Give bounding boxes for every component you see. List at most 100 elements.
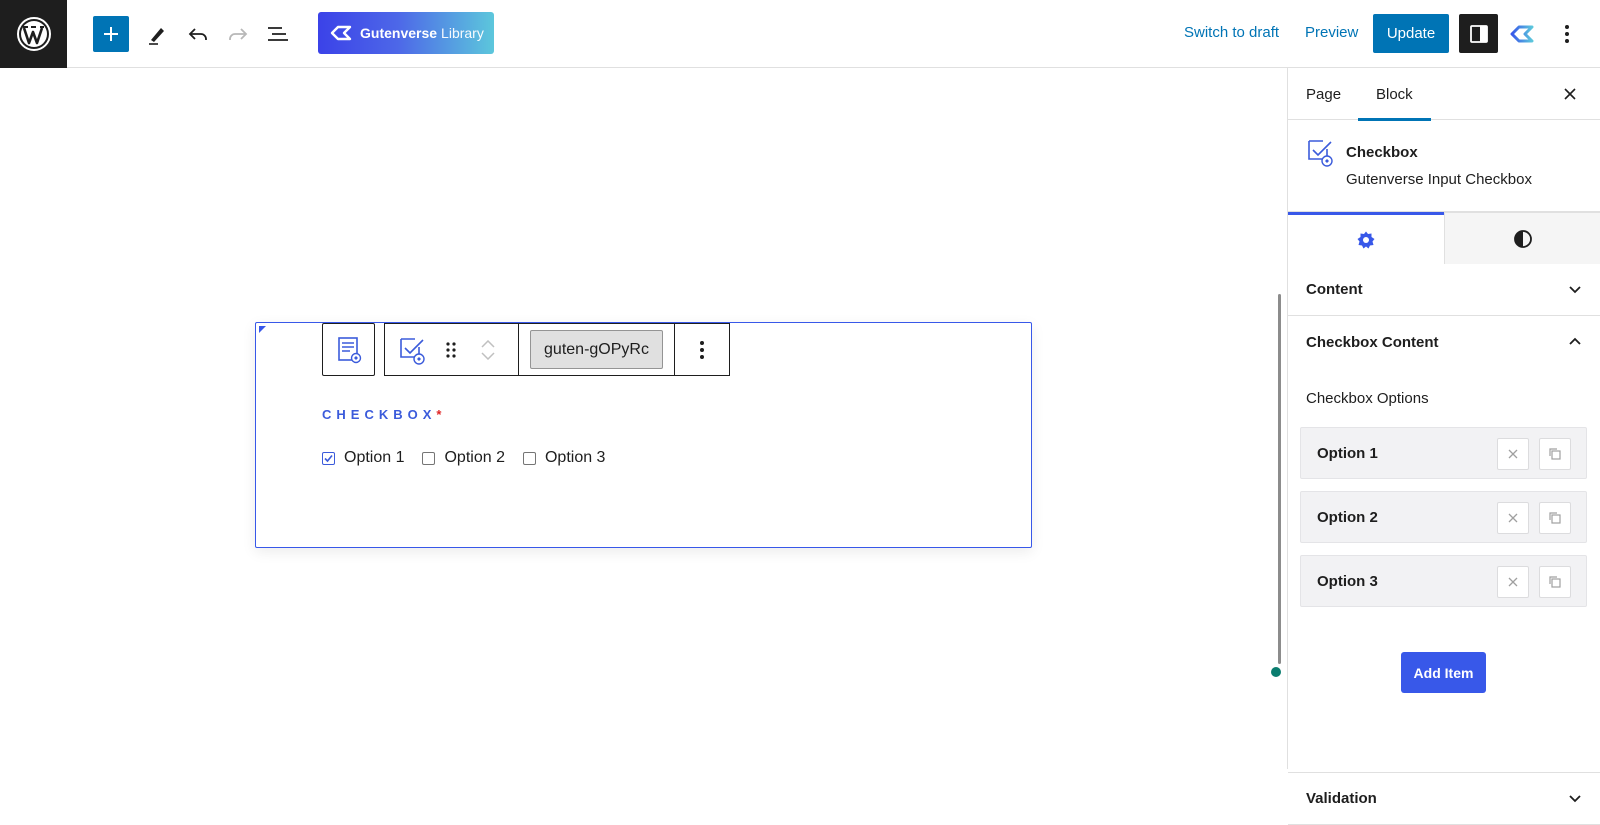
checkbox-field-label: CHECKBOX* — [322, 407, 441, 422]
gutenverse-logo-icon — [1510, 25, 1534, 43]
tab-styles[interactable] — [1444, 212, 1600, 264]
sidebar-tabs: Page Block — [1288, 68, 1600, 121]
gear-icon — [1357, 231, 1375, 248]
canvas-scrollbar[interactable] — [1278, 294, 1281, 664]
library-label-light: Library — [441, 25, 484, 41]
preview-button[interactable]: Preview — [1305, 24, 1358, 41]
block-corner-marker — [259, 326, 266, 333]
options-menu-button[interactable] — [1549, 16, 1585, 52]
document-overview-button[interactable] — [260, 16, 296, 52]
checkbox-option-2[interactable]: Option 2 — [422, 449, 505, 467]
checkbox-block-icon — [1308, 140, 1333, 167]
option-item-label: Option 2 — [1317, 508, 1378, 526]
block-options-button[interactable] — [674, 323, 730, 376]
panel-validation-toggle[interactable]: Validation — [1288, 773, 1600, 825]
copy-icon — [1549, 576, 1561, 588]
editor-header: Gutenverse Library Switch to draft Previ… — [0, 0, 1600, 68]
chevron-down-icon — [1569, 795, 1581, 803]
duplicate-option-button[interactable] — [1539, 502, 1571, 534]
contrast-icon — [1513, 229, 1532, 248]
option-item-label: Option 3 — [1317, 572, 1378, 590]
panel-content-title: Content — [1306, 281, 1363, 298]
checkbox-unchecked[interactable] — [522, 451, 536, 465]
undo-button[interactable] — [180, 16, 216, 52]
undo-icon — [188, 28, 207, 40]
more-vertical-icon — [1565, 25, 1569, 43]
more-vertical-icon — [700, 340, 704, 359]
redo-button[interactable] — [220, 16, 256, 52]
option-item-label: Option 1 — [1317, 444, 1378, 462]
checkbox-checked[interactable] — [322, 451, 335, 465]
block-id-group: guten-gOPyRc — [518, 323, 675, 376]
settings-sidebar: Page Block Checkbox Gutenverse Input Che… — [1287, 68, 1600, 825]
block-card: Checkbox Gutenverse Input Checkbox — [1288, 120, 1600, 212]
duplicate-option-button[interactable] — [1539, 566, 1571, 598]
form-block-icon — [337, 336, 361, 363]
wordpress-logo-button[interactable] — [0, 0, 67, 68]
checkbox-option-label: Option 2 — [444, 449, 505, 466]
tab-page[interactable]: Page — [1306, 68, 1341, 120]
checkbox-label-text: CHECKBOX — [322, 407, 437, 422]
checkbox-option-label: Option 1 — [344, 449, 405, 466]
sidebar-icon — [1469, 24, 1488, 43]
settings-sidebar-toggle[interactable] — [1459, 14, 1498, 53]
wordpress-icon — [16, 17, 51, 51]
pencil-icon — [149, 28, 164, 45]
checkbox-option-label: Option 3 — [544, 449, 606, 466]
block-inserter-button[interactable] — [93, 16, 129, 52]
switch-to-draft-button[interactable]: Switch to draft — [1184, 24, 1279, 41]
checkbox-content-panel: Checkbox Options Option 1 Option 2 Optio… — [1288, 368, 1600, 773]
plus-icon — [104, 27, 118, 41]
panel-checkbox-content-toggle[interactable]: Checkbox Content — [1288, 316, 1600, 368]
checkbox-options: Option 1 Option 2 Option 3 — [322, 449, 605, 467]
add-item-button[interactable]: Add Item — [1401, 652, 1486, 693]
tab-block[interactable]: Block — [1358, 68, 1431, 121]
copy-icon — [1549, 512, 1561, 524]
option-repeater-item[interactable]: Option 2 — [1300, 491, 1587, 543]
redo-icon — [229, 28, 248, 40]
chevron-down-icon — [1569, 286, 1581, 294]
panel-checkbox-content-title: Checkbox Content — [1306, 333, 1439, 351]
block-card-description: Gutenverse Input Checkbox — [1346, 171, 1532, 188]
close-icon — [1508, 577, 1518, 587]
panel-content-toggle[interactable]: Content — [1288, 264, 1600, 316]
remove-option-button[interactable] — [1497, 438, 1529, 470]
chevron-up-icon[interactable] — [481, 339, 495, 348]
remove-option-button[interactable] — [1497, 566, 1529, 598]
panel-validation-title: Validation — [1306, 790, 1377, 807]
gutenverse-logo-icon — [330, 25, 352, 41]
chevron-down-icon[interactable] — [481, 351, 495, 360]
checkbox-options-title: Checkbox Options — [1306, 390, 1429, 407]
required-mark: * — [436, 407, 442, 422]
block-id-chip[interactable]: guten-gOPyRc — [530, 330, 663, 369]
library-label-bold: Gutenverse — [360, 25, 438, 41]
gutenverse-library-button[interactable]: Gutenverse Library — [318, 12, 494, 54]
checkbox-unchecked[interactable] — [422, 451, 436, 465]
checkbox-block-icon[interactable] — [397, 335, 427, 365]
close-icon — [1508, 513, 1518, 523]
checkbox-option-1[interactable]: Option 1 — [322, 449, 404, 467]
inspector-tabs — [1288, 212, 1600, 264]
block-type-group — [384, 323, 519, 376]
close-icon — [1564, 88, 1576, 100]
duplicate-option-button[interactable] — [1539, 438, 1571, 470]
drag-handle-icon[interactable] — [445, 341, 457, 359]
tab-settings[interactable] — [1288, 212, 1444, 264]
block-toolbar: guten-gOPyRc — [322, 323, 730, 376]
canvas-resize-handle[interactable] — [1271, 667, 1281, 677]
close-icon — [1508, 449, 1518, 459]
block-card-title: Checkbox — [1346, 144, 1418, 161]
checkbox-option-3[interactable]: Option 3 — [522, 449, 606, 467]
close-sidebar-button[interactable] — [1558, 82, 1582, 106]
option-repeater-item[interactable]: Option 3 — [1300, 555, 1587, 607]
remove-option-button[interactable] — [1497, 502, 1529, 534]
gutenverse-button[interactable] — [1504, 16, 1540, 52]
update-button[interactable]: Update — [1373, 14, 1449, 53]
check-icon — [324, 454, 333, 462]
list-view-icon — [268, 27, 288, 41]
tools-button[interactable] — [139, 16, 175, 52]
chevron-up-icon — [1569, 337, 1581, 345]
select-parent-block-button[interactable] — [322, 323, 375, 376]
copy-icon — [1549, 448, 1561, 460]
option-repeater-item[interactable]: Option 1 — [1300, 427, 1587, 479]
